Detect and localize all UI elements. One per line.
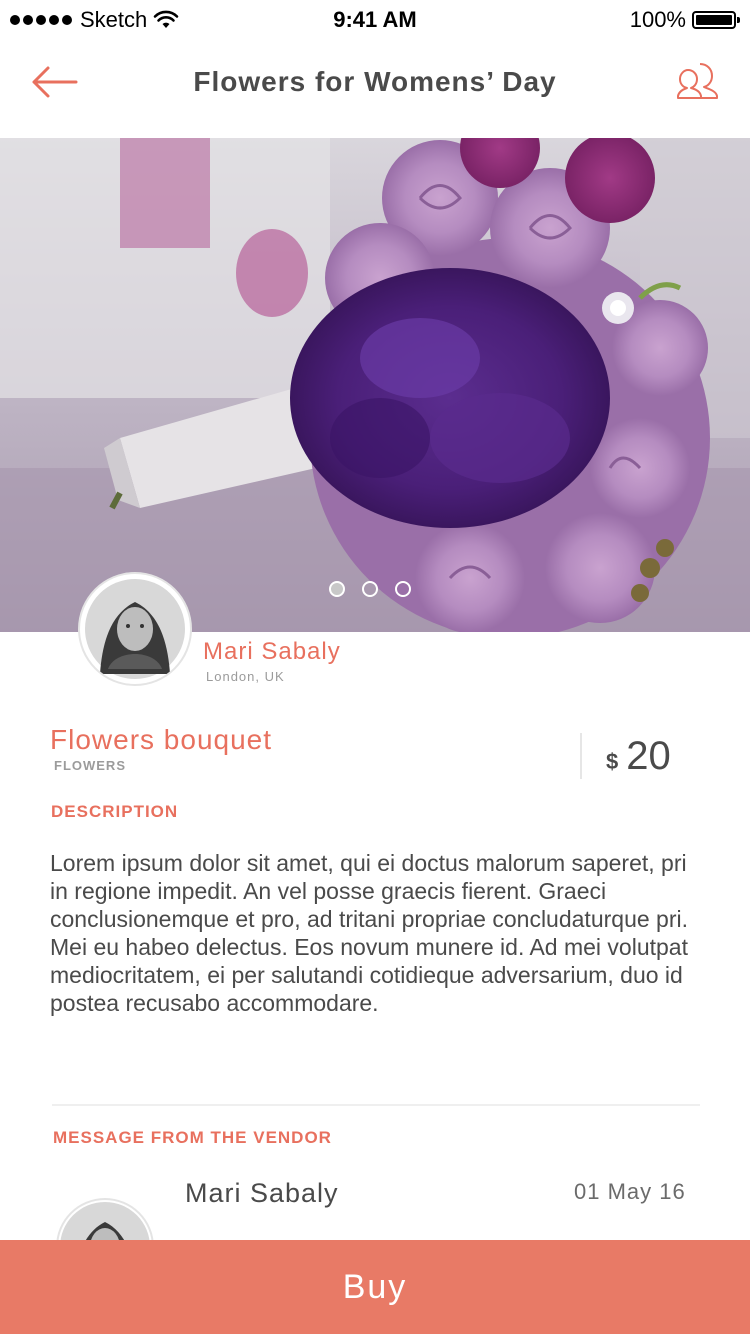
buy-button[interactable]: Buy bbox=[0, 1240, 750, 1334]
carousel-dot[interactable] bbox=[395, 581, 411, 597]
message-date: 01 May 16 bbox=[574, 1179, 686, 1204]
price-currency: $ bbox=[606, 749, 619, 774]
status-right: 100% bbox=[629, 7, 740, 33]
page-title: Flowers for Womens’ Day bbox=[193, 66, 557, 97]
description-label: DESCRIPTION bbox=[51, 802, 179, 821]
section-divider bbox=[52, 1104, 700, 1106]
battery-percentage: 100% bbox=[629, 7, 686, 32]
navigation-bar: Flowers for Womens’ Day bbox=[0, 40, 750, 138]
vendor-avatar[interactable] bbox=[80, 574, 190, 684]
carousel-dot[interactable] bbox=[362, 581, 378, 597]
users-chat-icon[interactable] bbox=[676, 60, 720, 102]
vendor-message-label: MESSAGE FROM THE VENDOR bbox=[53, 1128, 332, 1147]
product-name: Flowers bouquet bbox=[50, 724, 273, 755]
carousel-dot[interactable] bbox=[329, 581, 345, 597]
product-price: $ 20 bbox=[606, 734, 671, 779]
message-author: Mari Sabaly bbox=[185, 1178, 339, 1208]
product-image-carousel[interactable] bbox=[0, 138, 750, 632]
price-value: 20 bbox=[626, 734, 671, 778]
bouquet-image bbox=[0, 138, 750, 632]
vendor-name[interactable]: Mari Sabaly bbox=[203, 638, 341, 666]
status-bar: Sketch 9:41 AM 100% bbox=[0, 0, 750, 40]
carousel-pagination bbox=[329, 581, 411, 597]
vendor-location: London, UK bbox=[206, 669, 285, 684]
avatar-photo bbox=[85, 579, 185, 679]
price-divider bbox=[580, 733, 582, 779]
product-category: FLOWERS bbox=[54, 758, 126, 773]
description-text: Lorem ipsum dolor sit amet, qui ei doctu… bbox=[50, 850, 688, 1016]
battery-icon bbox=[692, 11, 740, 29]
